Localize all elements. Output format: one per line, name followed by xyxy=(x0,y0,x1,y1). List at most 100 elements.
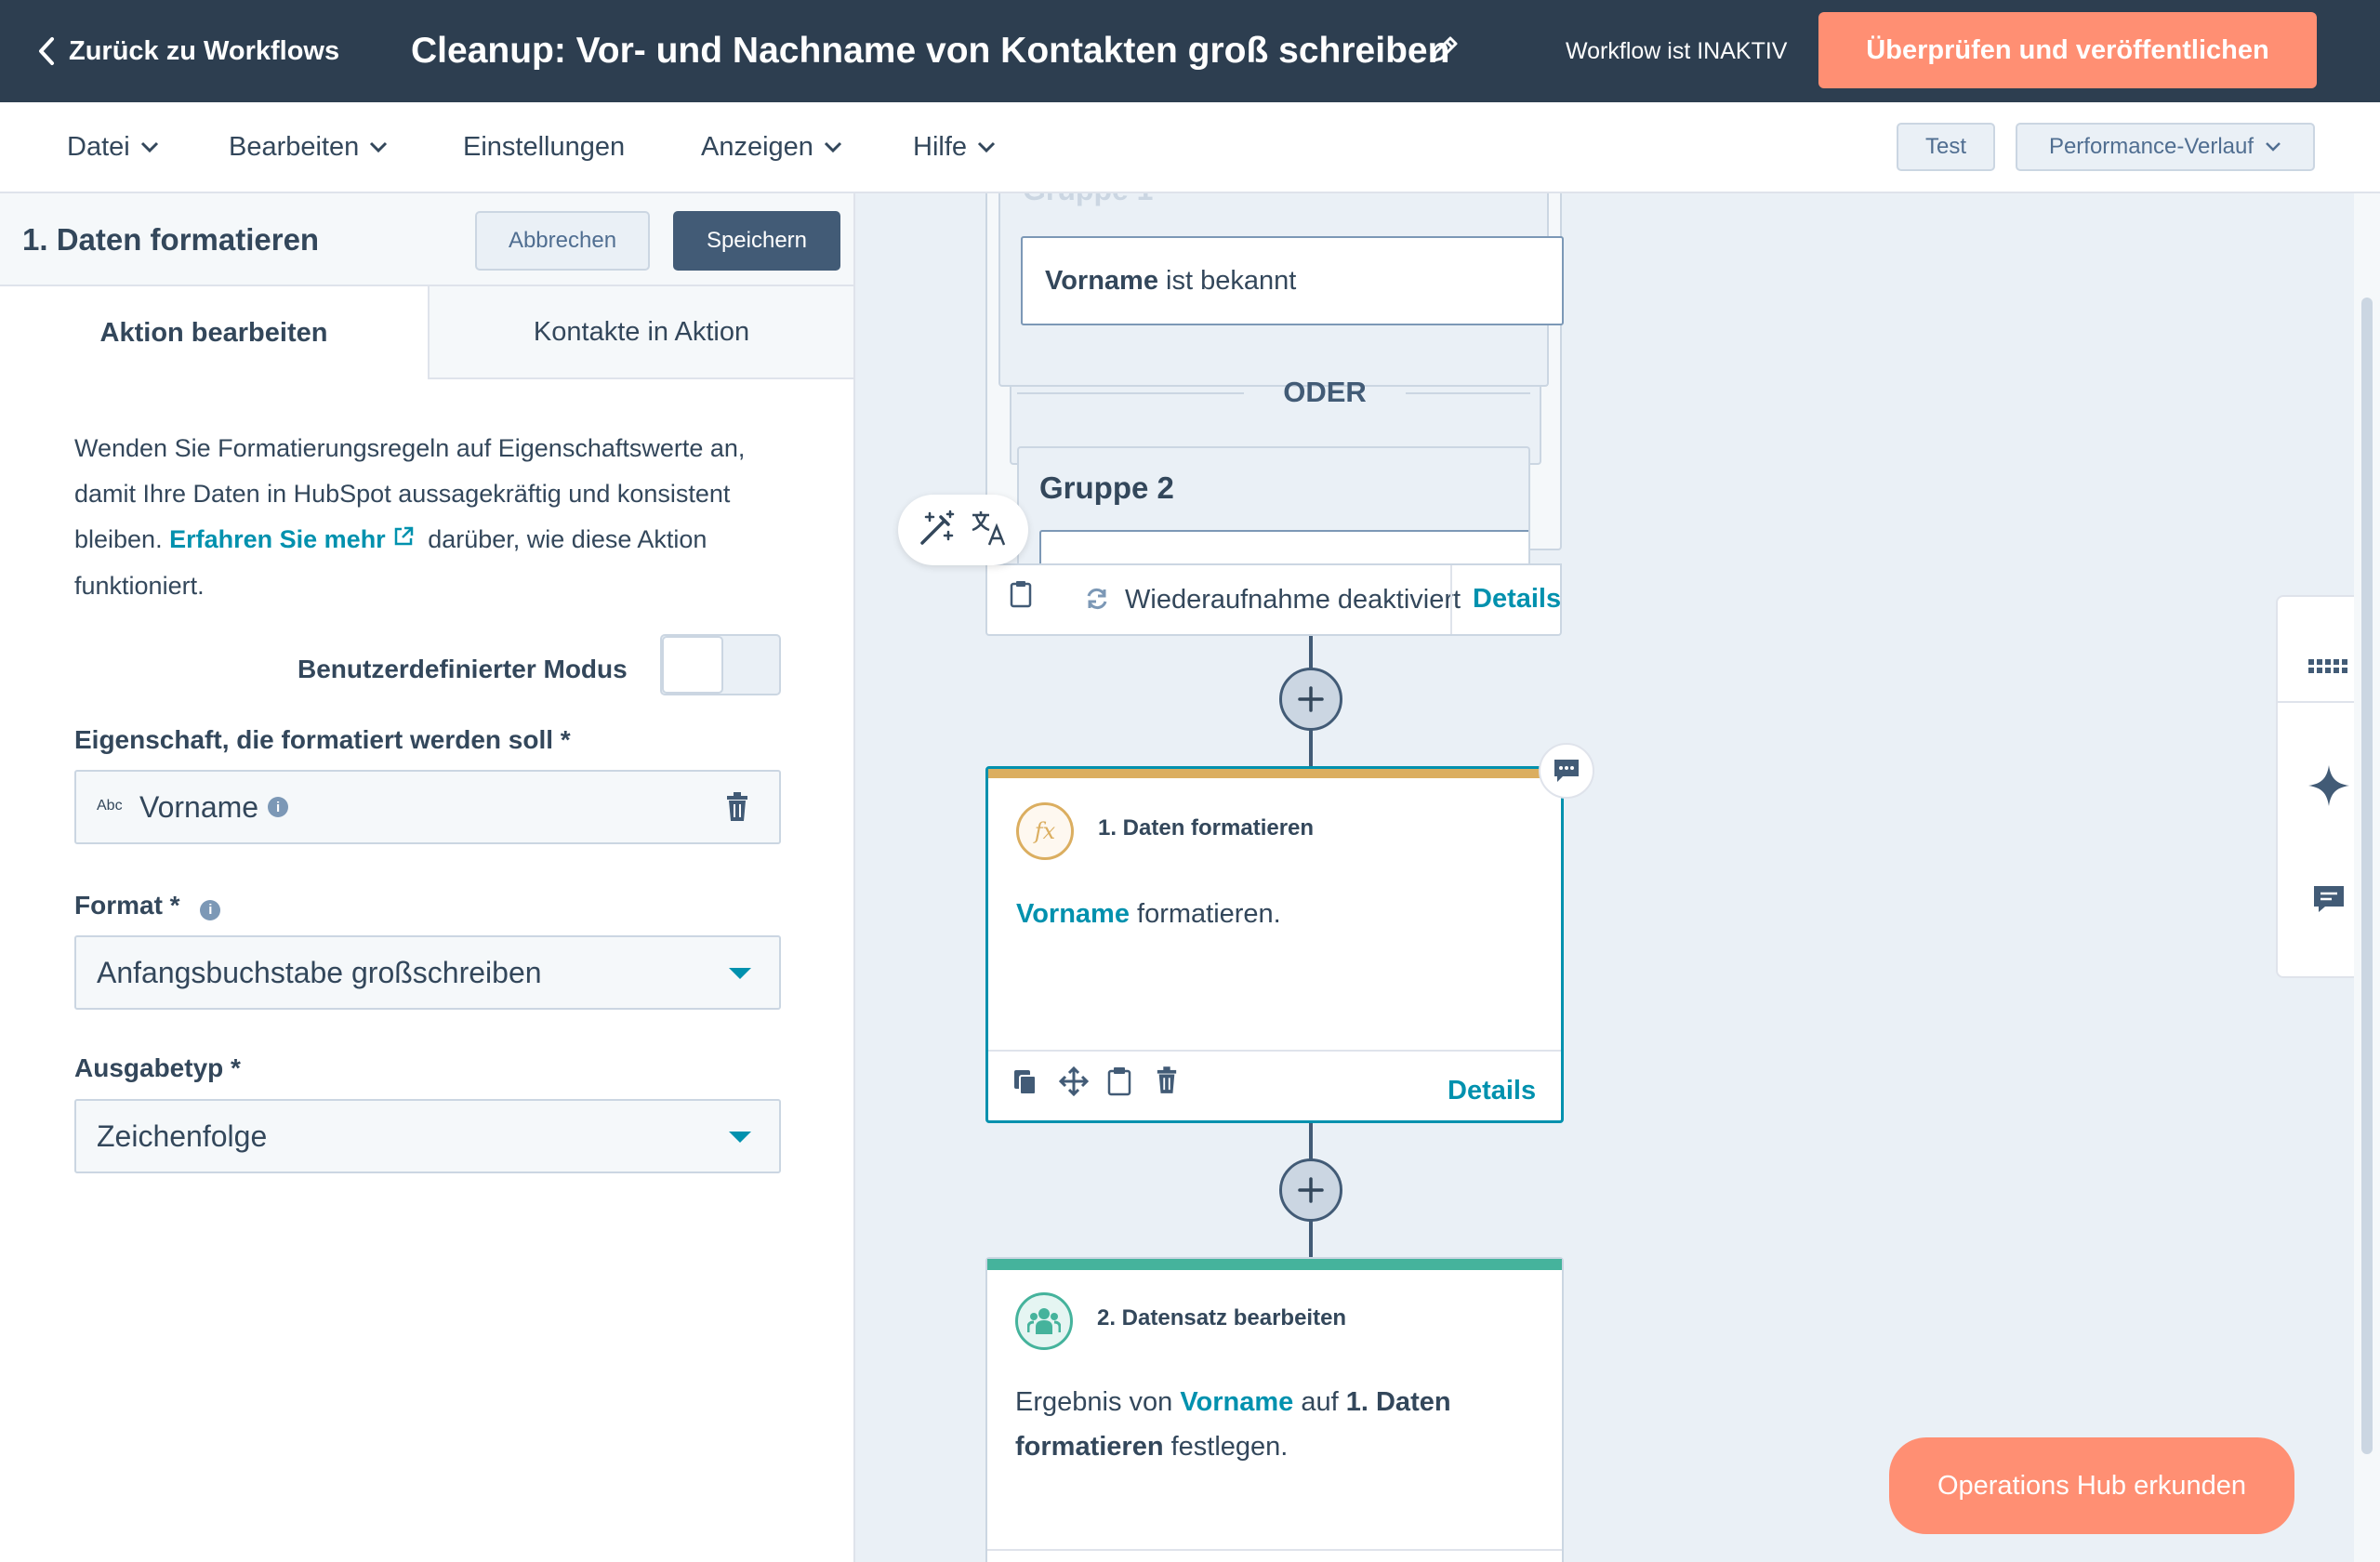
format-select[interactable]: Anfangsbuchstabe großschreiben xyxy=(74,935,781,1010)
action1-summary-text: formatieren. xyxy=(1137,899,1281,929)
property-value-wrap: Vorname i xyxy=(139,772,289,842)
comment-icon[interactable] xyxy=(1539,743,1594,799)
action2-text-2: auf xyxy=(1301,1387,1339,1417)
format-label: Format * xyxy=(74,891,180,920)
custom-mode-toggle[interactable] xyxy=(660,634,781,695)
action1-details-link[interactable]: Details xyxy=(1448,1076,1536,1106)
performance-history-button[interactable]: Performance-Verlauf xyxy=(2016,123,2315,171)
menu-view[interactable]: Anzeigen xyxy=(701,102,843,192)
output-type-label: Ausgabetyp * xyxy=(74,1053,241,1082)
save-button[interactable]: Speichern xyxy=(673,211,840,271)
info-icon[interactable]: i xyxy=(268,797,289,817)
test-button-label: Test xyxy=(1924,134,1966,159)
action2-footer-divider xyxy=(987,1549,1562,1551)
menu-settings-label: Einstellungen xyxy=(463,131,626,162)
top-bar: Zurück zu Workflows Cleanup: Vor- und Na… xyxy=(0,0,2380,102)
menu-view-label: Anzeigen xyxy=(701,131,813,162)
action-edit-panel: 1. Daten formatieren Abbrechen Speichern… xyxy=(0,193,855,1562)
chevron-down-icon xyxy=(824,141,841,153)
group2-title: Gruppe 2 xyxy=(1039,470,1174,505)
trash-icon[interactable] xyxy=(1156,1066,1178,1099)
output-type-value: Zeichenfolge xyxy=(97,1119,268,1153)
chevron-down-icon xyxy=(370,141,388,153)
trash-icon[interactable] xyxy=(725,792,749,827)
action-card-format-data[interactable]: fx 1. Daten formatieren Vorname formatie… xyxy=(985,743,1594,1123)
function-icon: fx xyxy=(1016,802,1074,860)
condition-box[interactable]: Vorname ist bekannt xyxy=(1021,236,1564,325)
action1-summary: Vorname formatieren. xyxy=(1016,899,1281,930)
output-type-select[interactable]: Zeichenfolge xyxy=(74,1099,781,1173)
action2-title: 2. Datensatz bearbeiten xyxy=(1097,1305,1347,1330)
move-icon[interactable] xyxy=(1058,1066,1090,1101)
action2-accent-bar xyxy=(987,1259,1562,1270)
vertical-scrollbar[interactable] xyxy=(2354,193,2380,1562)
property-label: Eigenschaft, die formatiert werden soll … xyxy=(74,725,571,754)
format-select-value: Anfangsbuchstabe großschreiben xyxy=(97,955,542,989)
action-description: Wenden Sie Formatierungsregeln auf Eigen… xyxy=(74,426,800,609)
property-field[interactable]: Abc Vorname i xyxy=(74,770,781,844)
learn-more-label: Erfahren Sie mehr xyxy=(169,525,386,553)
tab-edit-action[interactable]: Aktion bearbeiten xyxy=(0,286,428,379)
toggle-knob xyxy=(662,636,723,694)
ai-assist-bubble xyxy=(898,495,1028,565)
chevron-left-icon xyxy=(39,37,54,65)
magic-wand-icon[interactable] xyxy=(917,508,958,553)
clipboard-icon[interactable] xyxy=(1107,1066,1131,1101)
menu-file[interactable]: Datei xyxy=(67,102,160,192)
action-card-edit-record[interactable]: 2. Datensatz bearbeiten Ergebnis von Vor… xyxy=(985,1257,1564,1562)
menu-help[interactable]: Hilfe xyxy=(913,102,997,192)
action1-property[interactable]: Vorname xyxy=(1016,899,1130,929)
back-to-workflows-link[interactable]: Zurück zu Workflows xyxy=(37,0,339,102)
menu-settings[interactable]: Einstellungen xyxy=(463,102,625,192)
refresh-icon xyxy=(1084,586,1110,616)
format-info-icon[interactable]: i xyxy=(200,899,221,920)
test-button[interactable]: Test xyxy=(1897,123,1995,171)
copy-icon[interactable] xyxy=(1012,1068,1038,1101)
performance-history-label: Performance-Verlauf xyxy=(2048,134,2254,159)
action1-title: 1. Daten formatieren xyxy=(1098,815,1315,841)
action2-text-3: festlegen. xyxy=(1170,1432,1289,1462)
group2-container: Gruppe 2 xyxy=(1017,446,1530,567)
plus-icon xyxy=(1298,686,1324,712)
explore-operations-hub-button[interactable]: Operations Hub erkunden xyxy=(1889,1437,2294,1534)
trigger-details-link[interactable]: Details xyxy=(1473,584,1561,615)
scrollbar-thumb[interactable] xyxy=(2361,298,2373,1454)
plus-icon xyxy=(1298,1177,1324,1203)
translate-icon[interactable] xyxy=(969,508,1010,553)
format-label-wrap: Format * i xyxy=(74,891,221,920)
menu-edit-label: Bearbeiten xyxy=(229,131,360,162)
review-publish-button[interactable]: Überprüfen und veröffentlichen xyxy=(1818,12,2317,88)
menu-bar: Datei Bearbeiten Einstellungen Anzeigen … xyxy=(0,102,2380,193)
or-divider-right xyxy=(1406,392,1530,394)
menu-help-label: Hilfe xyxy=(913,131,968,162)
panel-header: 1. Daten formatieren Abbrechen Speichern xyxy=(0,193,853,286)
external-link-icon xyxy=(391,518,416,563)
contacts-icon xyxy=(1015,1292,1073,1350)
group2-condition-box[interactable] xyxy=(1039,530,1528,567)
workflow-title: Cleanup: Vor- und Nachname von Kontakten… xyxy=(411,31,1450,71)
tab-contacts-in-action[interactable]: Kontakte in Aktion xyxy=(428,286,853,379)
action2-property[interactable]: Vorname xyxy=(1180,1387,1293,1417)
chevron-down-icon xyxy=(140,141,158,153)
footer-divider xyxy=(1450,565,1452,634)
text-type-icon: Abc xyxy=(97,798,123,814)
add-action-button[interactable] xyxy=(1279,1158,1342,1222)
edit-title-pencil-icon[interactable] xyxy=(1428,33,1461,71)
chevron-down-icon xyxy=(977,141,996,153)
property-value: Vorname xyxy=(139,789,259,824)
chevron-down-icon xyxy=(2266,142,2281,152)
add-action-button[interactable] xyxy=(1279,668,1342,731)
condition-property: Vorname xyxy=(1045,265,1158,296)
action1-footer-divider xyxy=(988,1050,1561,1052)
workflow-canvas[interactable]: Gruppe 1 Gruppe 1 Vorname ist bekannt OD… xyxy=(855,193,2380,1562)
action2-summary: Ergebnis von Vorname auf 1. Daten format… xyxy=(1015,1380,1536,1469)
or-divider-left xyxy=(1017,392,1244,394)
action1-accent-bar xyxy=(988,769,1561,778)
group1-heading: Gruppe 1 xyxy=(1023,193,1153,207)
dropdown-caret-icon xyxy=(729,1132,751,1143)
cancel-button[interactable]: Abbrechen xyxy=(475,211,650,271)
menu-edit[interactable]: Bearbeiten xyxy=(229,102,389,192)
condition-operator: ist bekannt xyxy=(1166,265,1297,296)
clipboard-icon[interactable] xyxy=(1010,580,1032,613)
learn-more-link[interactable]: Erfahren Sie mehr xyxy=(169,525,421,553)
